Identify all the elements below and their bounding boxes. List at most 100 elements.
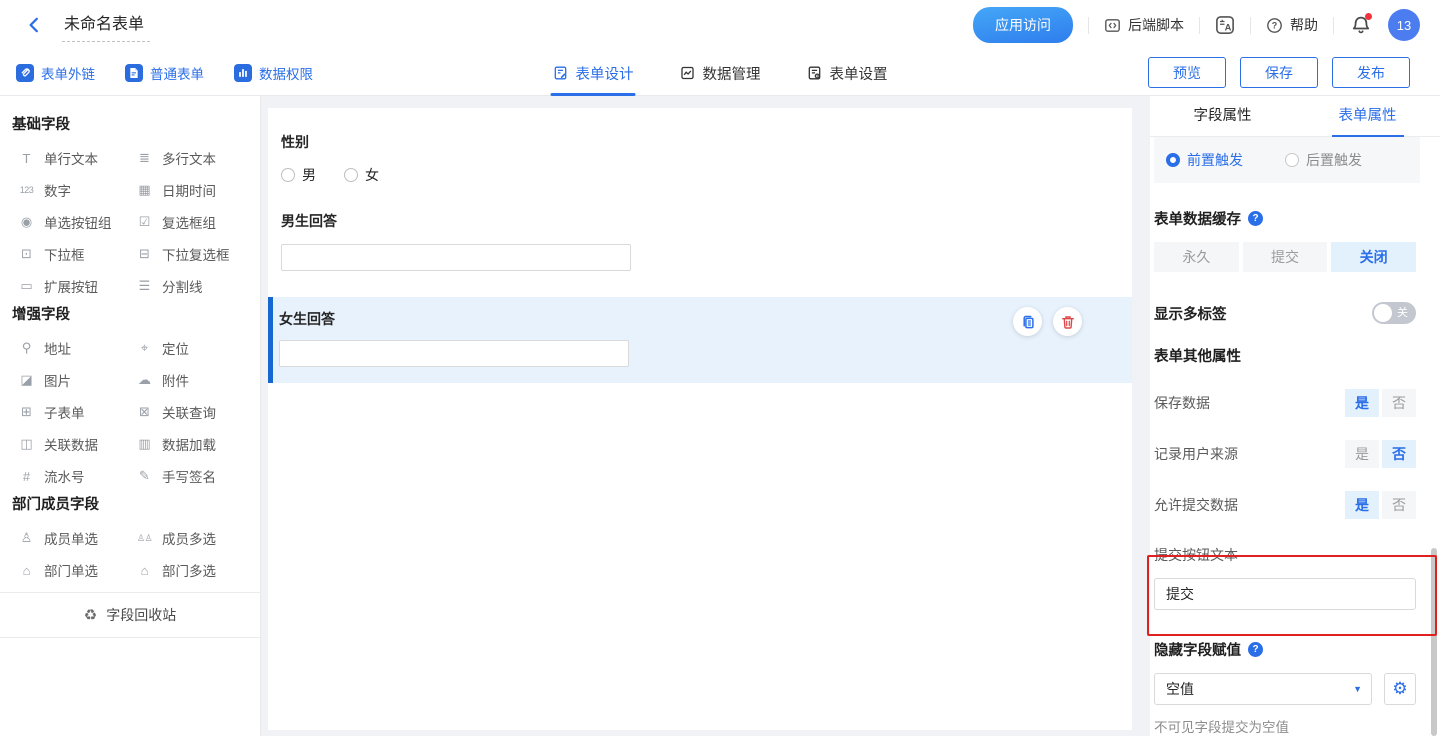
palette-item-label: 流水号 — [44, 466, 85, 486]
question-badge-icon[interactable]: ? — [1248, 211, 1263, 226]
palette-item-部门多选[interactable]: ⌂部门多选 — [130, 554, 248, 586]
subform-icon: ⊞ — [17, 404, 36, 420]
form-toolbar: 表单外链 普通表单 数据权限 表单设计数据管理 表单设置 预览保存发布 — [0, 50, 1440, 96]
help-button[interactable]: ? 帮助 — [1266, 15, 1318, 35]
yes-button[interactable]: 是 — [1345, 491, 1379, 519]
tab-field-properties[interactable]: 字段属性 — [1150, 96, 1295, 136]
number-icon: 123 — [17, 185, 36, 195]
palette-item-日期时间[interactable]: ▦日期时间 — [130, 174, 248, 206]
action-button-预览[interactable]: 预览 — [1148, 57, 1226, 88]
tab-表单设置[interactable]: 表单设置 — [807, 50, 888, 96]
cache-option-永久[interactable]: 永久 — [1154, 242, 1239, 272]
svg-text:A: A — [1225, 22, 1232, 32]
hidden-field-label: 隐藏字段赋值 — [1154, 639, 1241, 660]
yes-button[interactable]: 是 — [1345, 440, 1379, 468]
action-button-保存[interactable]: 保存 — [1240, 57, 1318, 88]
hidden-field-settings-button[interactable]: ⚙ — [1384, 673, 1416, 705]
form-cache-section: 表单数据缓存 ? — [1154, 208, 1416, 229]
trigger-options: 前置触发 后置触发 — [1154, 137, 1420, 183]
palette-item-数字[interactable]: 123数字 — [12, 174, 130, 206]
no-button[interactable]: 否 — [1382, 491, 1416, 519]
palette-item-扩展按钮[interactable]: ▭扩展按钮 — [12, 270, 130, 302]
hidden-field-row: 空值 ▼ ⚙ — [1154, 673, 1416, 705]
palette-item-下拉复选框[interactable]: ⊟下拉复选框 — [130, 238, 248, 270]
palette-item-label: 关联查询 — [162, 402, 216, 422]
tab-form-properties[interactable]: 表单属性 — [1295, 96, 1440, 136]
form-field-gender[interactable]: 性别 男 女 — [268, 132, 1132, 185]
image-icon: ◪ — [17, 372, 36, 388]
submit-text-input[interactable] — [1154, 578, 1416, 610]
form-canvas[interactable]: 性别 男 女 男生回答 女生回答 — [268, 108, 1132, 730]
panel-scrollbar[interactable] — [1431, 548, 1437, 736]
backend-script-button[interactable]: 后端脚本 — [1104, 15, 1184, 35]
palette-item-数据加载[interactable]: ▥数据加载 — [130, 428, 248, 460]
tab-数据管理[interactable]: 数据管理 — [680, 50, 761, 96]
hidden-field-select[interactable]: 空值 ▼ — [1154, 673, 1372, 705]
palette-item-label: 定位 — [162, 338, 189, 358]
serial-number-icon: # — [17, 469, 36, 484]
trigger-option-后置触发[interactable]: 后置触发 — [1285, 150, 1362, 170]
notifications-button[interactable] — [1349, 13, 1373, 37]
text-field-input[interactable] — [281, 244, 631, 271]
form-field-male-answer[interactable]: 男生回答 — [268, 211, 1132, 271]
palette-item-附件[interactable]: ☁附件 — [130, 364, 248, 396]
caret-down-icon: ▼ — [1353, 684, 1362, 694]
palette-item-定位[interactable]: ⌖定位 — [130, 332, 248, 364]
palette-item-关联查询[interactable]: ⊠关联查询 — [130, 396, 248, 428]
divider-icon: ☰ — [135, 278, 154, 294]
palette-item-图片[interactable]: ◪ 图片 — [12, 364, 130, 396]
cache-option-提交[interactable]: 提交 — [1243, 242, 1328, 272]
palette-item-部门单选[interactable]: ⌂部门单选 — [12, 554, 130, 586]
multi-tab-toggle[interactable]: 关 — [1372, 302, 1416, 324]
field-recycle-bin[interactable]: ♻ 字段回收站 — [0, 592, 260, 638]
palette-item-关联数据[interactable]: ◫关联数据 — [12, 428, 130, 460]
cache-option-关闭[interactable]: 关闭 — [1331, 242, 1416, 272]
palette-item-下拉框[interactable]: ⊡下拉框 — [12, 238, 130, 270]
question-badge-icon[interactable]: ? — [1248, 642, 1263, 657]
palette-item-成员单选[interactable]: ♙成员单选 — [12, 522, 130, 554]
palette-item-地址[interactable]: ⚲地址 — [12, 332, 130, 364]
tab-label: 表单设置 — [830, 63, 888, 84]
dept-multi-icon: ⌂ — [135, 563, 154, 578]
notification-dot — [1365, 13, 1372, 20]
text-field-input[interactable] — [279, 340, 629, 367]
delete-field-button[interactable] — [1053, 307, 1082, 336]
palette-item-成员多选[interactable]: ♙♙成员多选 — [130, 522, 248, 554]
select-icon: ⊡ — [17, 246, 36, 262]
palette-item-单行文本[interactable]: T单行文本 — [12, 142, 130, 174]
no-button[interactable]: 否 — [1382, 389, 1416, 417]
link-icon — [16, 64, 34, 82]
yes-button[interactable]: 是 — [1345, 389, 1379, 417]
no-button[interactable]: 否 — [1382, 440, 1416, 468]
action-button-发布[interactable]: 发布 — [1332, 57, 1410, 88]
back-chevron-icon — [25, 16, 43, 34]
field-label: 性别 — [281, 132, 1132, 152]
back-button[interactable] — [22, 13, 46, 37]
form-title[interactable]: 未命名表单 — [62, 8, 150, 42]
palette-item-label: 子表单 — [44, 402, 85, 422]
palette-item-手写签名[interactable]: ✎手写签名 — [130, 460, 248, 492]
palette-item-label: 图片 — [44, 370, 71, 390]
palette-item-复选框组[interactable]: ☑复选框组 — [130, 206, 248, 238]
palette-item-多行文本[interactable]: ≣多行文本 — [130, 142, 248, 174]
palette-item-分割线[interactable]: ☰分割线 — [130, 270, 248, 302]
tab-表单设计[interactable]: 表单设计 — [553, 50, 634, 96]
radio-option-男[interactable]: 男 — [281, 165, 316, 185]
palette-item-子表单[interactable]: ⊞ 子表单 — [12, 396, 130, 428]
toolbar-badges: 表单外链 普通表单 数据权限 — [16, 63, 313, 83]
radio-option-女[interactable]: 女 — [344, 165, 379, 185]
app-access-button[interactable]: 应用访问 — [973, 7, 1073, 43]
copy-field-button[interactable] — [1013, 307, 1042, 336]
translate-button[interactable]: A — [1215, 15, 1235, 35]
toolbar-badge-普通表单[interactable]: 普通表单 — [125, 63, 204, 83]
trigger-option-前置触发[interactable]: 前置触发 — [1166, 150, 1243, 170]
avatar[interactable]: 13 — [1388, 9, 1420, 41]
palette-item-流水号[interactable]: # 流水号 — [12, 460, 130, 492]
signature-icon: ✎ — [135, 468, 154, 484]
form-field-female-answer-selected[interactable]: 女生回答 — [268, 297, 1132, 383]
radio-group-icon: ◉ — [17, 214, 36, 230]
palette-item-单选按钮组[interactable]: ◉单选按钮组 — [12, 206, 130, 238]
toolbar-badge-数据权限[interactable]: 数据权限 — [234, 63, 313, 83]
toolbar-badge-表单外链[interactable]: 表单外链 — [16, 63, 95, 83]
data-manage-icon — [680, 65, 696, 81]
